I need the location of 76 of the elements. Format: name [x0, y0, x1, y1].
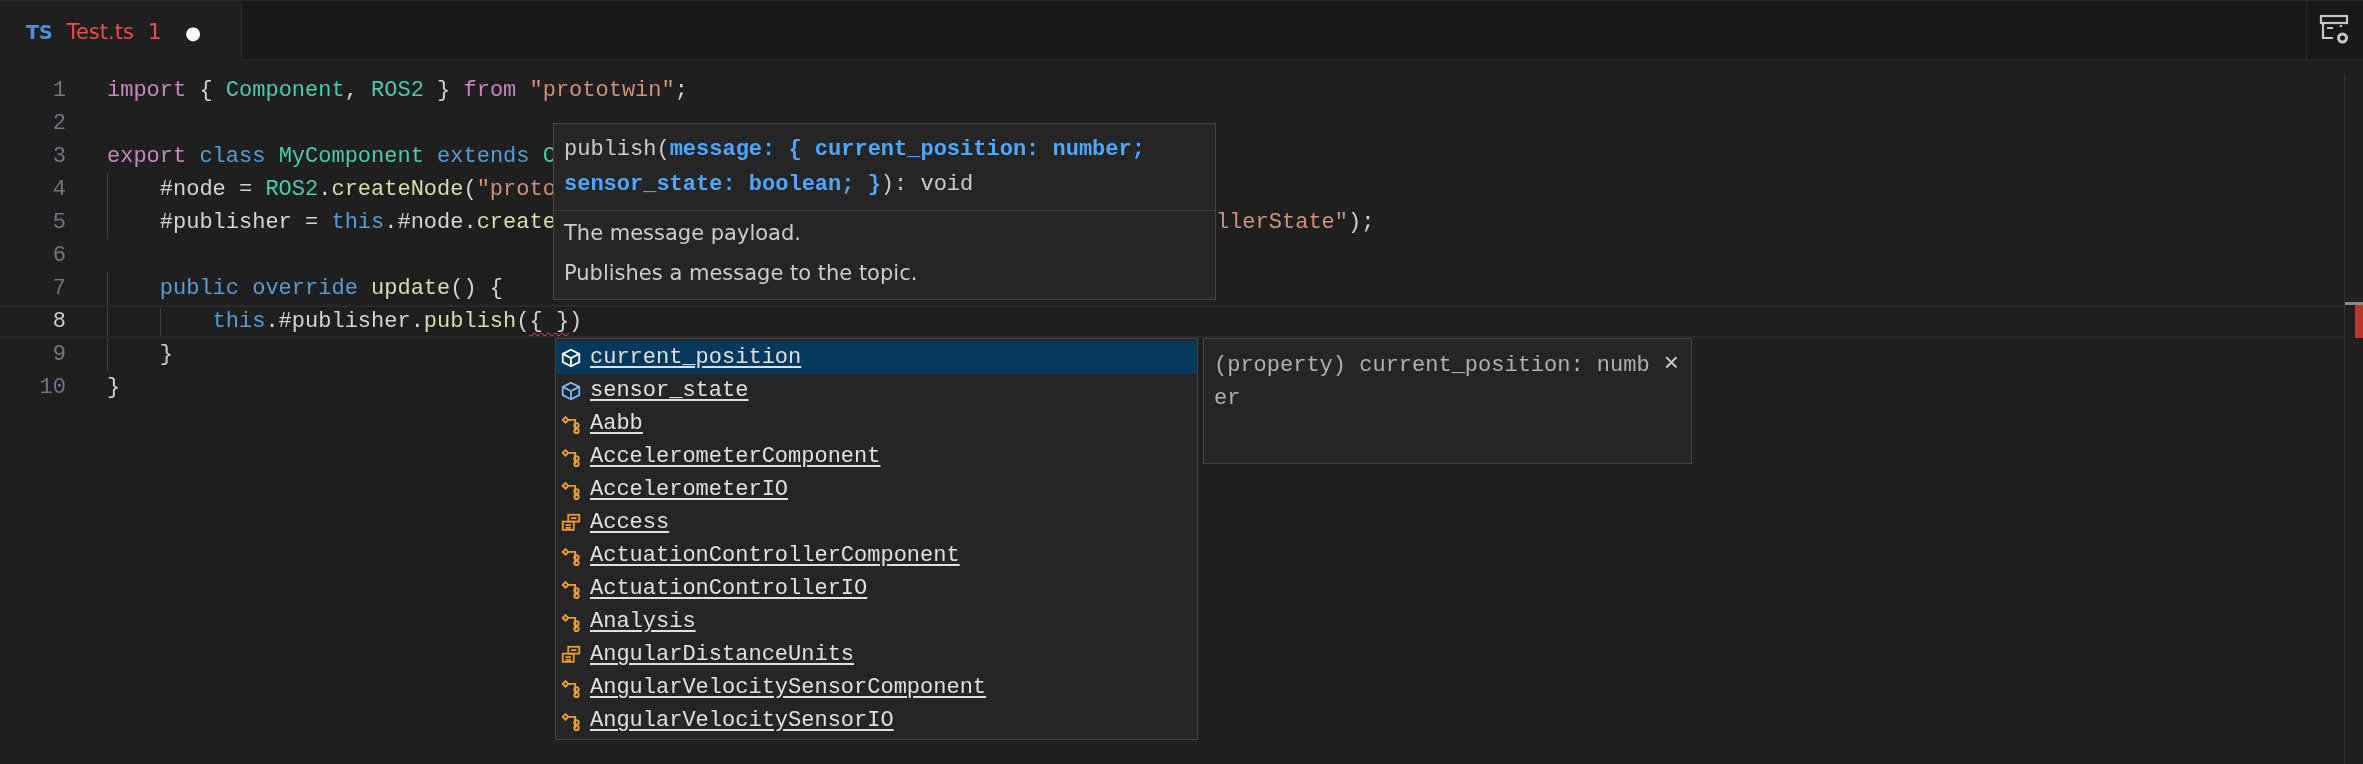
- code-token: MyComponent: [277, 144, 424, 169]
- code-token: update: [370, 276, 451, 301]
- suggestion-item[interactable]: AngularDistanceUnits: [556, 638, 1197, 671]
- line-number: 9: [51, 342, 66, 367]
- doc-text: The message payload.: [563, 220, 802, 247]
- code-token: .#publisher.: [265, 309, 424, 334]
- line-number: 1: [51, 78, 66, 103]
- suggestion-item[interactable]: Access: [556, 506, 1197, 539]
- suggestion-item[interactable]: AngularVelocitySensorComponent: [556, 671, 1197, 704]
- code-token: extends: [436, 144, 530, 169]
- code-token: ROS2: [371, 78, 424, 103]
- code-token: public: [159, 276, 239, 301]
- error-marker: [2355, 305, 2363, 338]
- code-token: this: [331, 210, 385, 235]
- suggestion-item[interactable]: Aabb: [556, 407, 1197, 440]
- detail-text: (property) current_position: number: [1214, 352, 1651, 413]
- editor-tab[interactable]: TS Test.ts 1 ●: [0, 1, 242, 61]
- layout-settings-icon[interactable]: [2319, 14, 2351, 46]
- code-token: ROS2: [265, 177, 319, 202]
- code-token: #publisher =: [159, 210, 320, 235]
- code-token: publish: [423, 309, 517, 334]
- language-label: TS: [26, 21, 53, 43]
- enum-icon: [560, 643, 582, 666]
- problem-count: 1: [147, 20, 162, 44]
- unsaved-dot: ●: [185, 21, 201, 43]
- suggestion-item[interactable]: ActuationControllerComponent: [556, 539, 1197, 572]
- code-token: #node =: [159, 177, 254, 202]
- suggestion-item[interactable]: sensor_state: [556, 374, 1197, 407]
- suggestion-item[interactable]: AngularVelocitySensorIO: [556, 704, 1197, 737]
- line-number: 6: [51, 243, 66, 268]
- close-button[interactable]: ×: [1659, 349, 1683, 375]
- code-token: createNode: [331, 177, 464, 202]
- code-token: (: [463, 177, 477, 202]
- suggestion-item[interactable]: Analysis: [556, 605, 1197, 638]
- code-token: (: [516, 309, 530, 334]
- code-token: import: [107, 78, 187, 103]
- code-token: {: [198, 78, 214, 103]
- function-signature: publish(message: { current_position: number; sensor_state: boolean; }): void: [554, 124, 1215, 211]
- code-token: "prototwin": [528, 78, 675, 103]
- suggestion-item[interactable]: ActuationControllerIO: [556, 572, 1197, 605]
- line-number: 7: [51, 276, 66, 301]
- line-number: 4: [51, 177, 66, 202]
- code-token: );: [1348, 210, 1375, 235]
- line-number: 3: [51, 144, 66, 169]
- suggestion-item[interactable]: current_position: [556, 341, 1197, 374]
- code-token: }: [436, 78, 452, 103]
- code-token: class: [198, 144, 266, 169]
- code-token: ,: [344, 78, 359, 103]
- code-token: .#node.: [384, 210, 477, 235]
- line-number: 10: [38, 375, 66, 400]
- line-number: 8: [51, 309, 66, 334]
- code-token: Component: [225, 78, 345, 103]
- code-token: ;: [674, 78, 688, 103]
- line-number: 2: [51, 111, 66, 136]
- code-token: }: [107, 375, 121, 400]
- code-token: llerState": [1215, 210, 1348, 235]
- enum-icon: [560, 511, 582, 534]
- tab-filename: Test.ts: [66, 20, 134, 44]
- doc-text: Publishes a message to the topic.: [563, 260, 919, 287]
- suggestion-item[interactable]: AccelerometerIO: [556, 473, 1197, 506]
- code-token: export: [107, 144, 187, 169]
- code-token: "proto: [476, 177, 556, 202]
- line-number: 5: [51, 210, 66, 235]
- code-token: .: [318, 177, 332, 202]
- cube-icon: [560, 379, 582, 402]
- code-token: override: [251, 276, 358, 301]
- code-token: }: [159, 342, 173, 367]
- code-token: ): [569, 309, 583, 334]
- code-token: () {: [450, 276, 504, 301]
- cursor-marker: [2345, 302, 2363, 305]
- cube-icon: [560, 346, 582, 369]
- code-token: create: [476, 210, 556, 235]
- code-token: this: [212, 309, 266, 334]
- error-code-token: { }: [529, 309, 570, 334]
- code-token: from: [463, 78, 517, 103]
- suggestion-item[interactable]: AccelerometerComponent: [556, 440, 1197, 473]
